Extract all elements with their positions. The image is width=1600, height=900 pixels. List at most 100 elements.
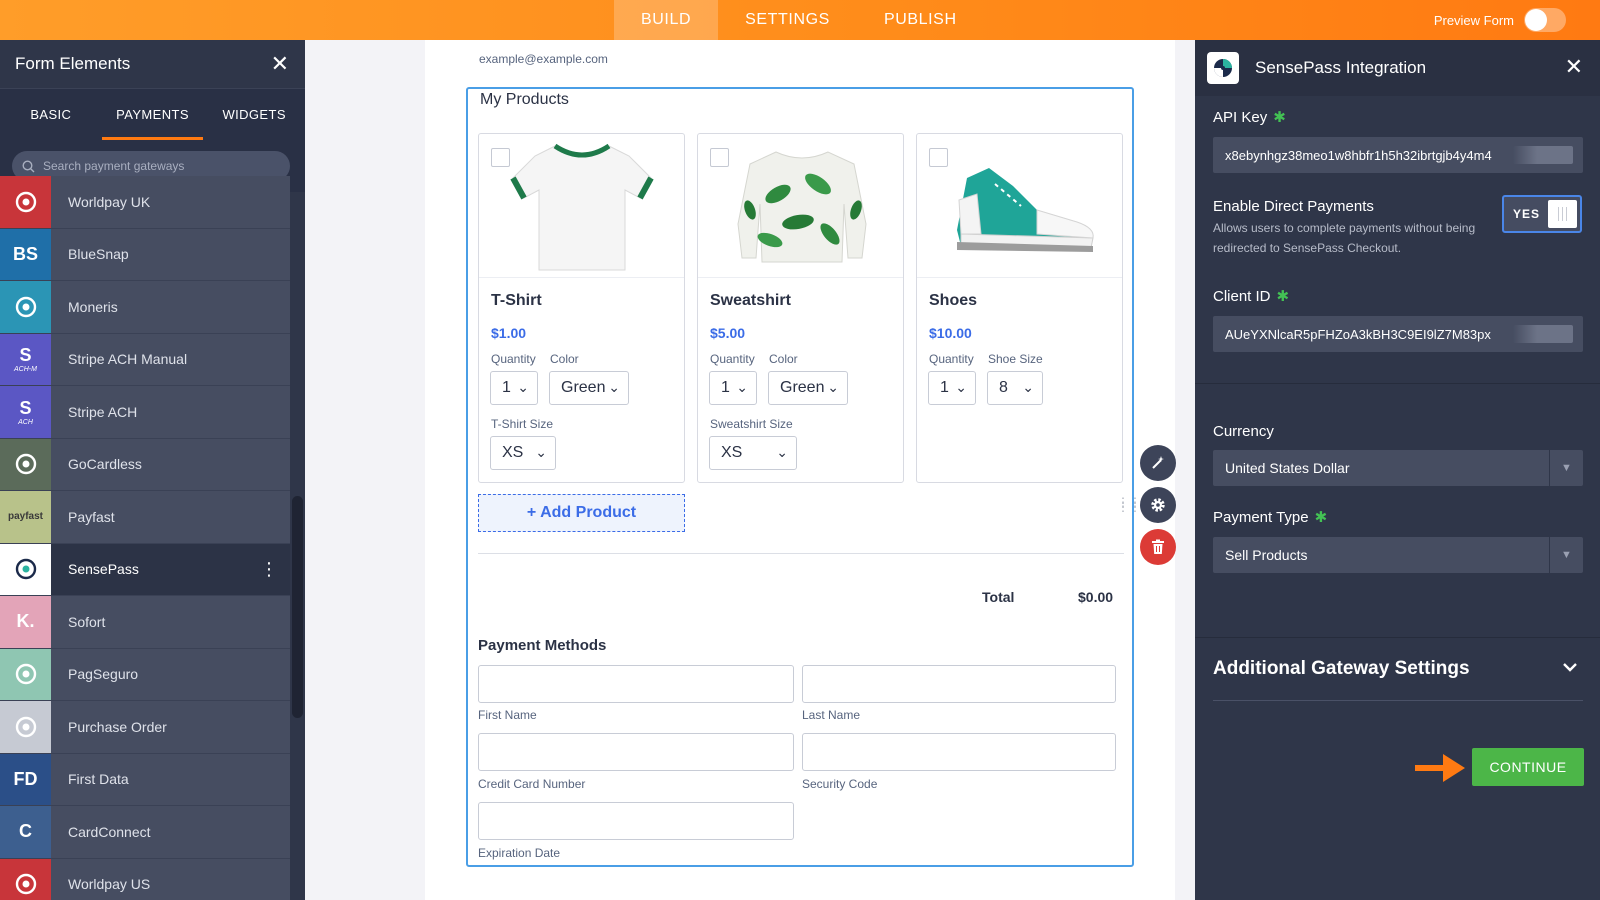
product-card-shoes[interactable]: Shoes $10.00 Quantity Shoe Size 1 ⌄ 8 ⌄	[916, 133, 1123, 483]
stripe-ach-icon: S ACH	[0, 386, 51, 438]
size-select[interactable]: XS ⌄	[709, 436, 797, 470]
caret-down-icon: ▼	[1549, 537, 1583, 573]
api-key-label-text: API Key	[1213, 109, 1268, 126]
last-name-field[interactable]	[802, 665, 1116, 703]
chevron-down-icon: ⌄	[827, 379, 839, 395]
additional-settings-title: Additional Gateway Settings	[1213, 658, 1470, 679]
payment-methods-title: Payment Methods	[478, 637, 607, 654]
total-label: Total	[982, 589, 1015, 605]
security-code-field[interactable]	[802, 733, 1116, 771]
required-star-icon: ✱	[1314, 509, 1328, 526]
sensepass-icon	[1214, 59, 1232, 77]
direct-payments-toggle[interactable]: YES	[1502, 195, 1582, 233]
gateway-item[interactable]: Purchase Order	[0, 701, 290, 754]
preview-form-toggle[interactable]	[1524, 8, 1566, 32]
gateway-item[interactable]: GoCardless	[0, 438, 290, 491]
gateway-item[interactable]: payfast Payfast	[0, 491, 290, 544]
gateway-item[interactable]: K. Sofort	[0, 596, 290, 649]
gateway-label: Stripe ACH	[68, 403, 138, 420]
color-label: Color	[769, 352, 798, 366]
gateway-item[interactable]: PagSeguro	[0, 648, 290, 701]
shoe-size-select[interactable]: 8 ⌄	[987, 371, 1043, 405]
payment-type-label: Payment Type ✱	[1213, 508, 1327, 526]
product-price: $10.00	[929, 325, 972, 341]
continue-button[interactable]: CONTINUE	[1472, 748, 1584, 786]
client-id-input[interactable]: AUeYXNlcaR5pFHZoA3kBH3C9EI9lZ7M83px	[1213, 316, 1583, 352]
sensepass-logo	[1207, 52, 1239, 84]
products-field[interactable]: My Products T-Shirt $1.00 Quantity Color…	[466, 87, 1134, 867]
gateway-item[interactable]: BS BlueSnap	[0, 228, 290, 281]
tab-basic[interactable]: BASIC	[0, 89, 102, 140]
add-product-button[interactable]: + Add Product	[478, 494, 685, 532]
product-checkbox[interactable]	[929, 148, 948, 167]
email-sublabel: example@example.com	[479, 52, 608, 66]
gateway-scrollbar[interactable]	[290, 192, 305, 900]
form-elements-header: Form Elements ✕	[0, 40, 305, 88]
tab-payments[interactable]: PAYMENTS	[101, 89, 204, 140]
gateway-label: First Data	[68, 771, 129, 788]
product-checkbox[interactable]	[491, 148, 510, 167]
gateway-label: CardConnect	[68, 823, 151, 840]
gateway-item[interactable]: FD First Data	[0, 753, 290, 806]
worldpay-icon	[0, 858, 51, 900]
gateway-icon-text: C	[19, 821, 32, 842]
gateway-item[interactable]: Worldpay US	[0, 858, 290, 900]
gateway-item[interactable]: Worldpay UK	[0, 176, 290, 229]
search-input[interactable]	[43, 159, 273, 173]
tab-settings[interactable]: SETTINGS	[718, 0, 857, 40]
gateway-item[interactable]: C CardConnect	[0, 806, 290, 859]
quantity-select[interactable]: 1 ⌄	[709, 371, 757, 405]
product-card-tshirt[interactable]: T-Shirt $1.00 Quantity Color 1 ⌄ Green ⌄ T…	[478, 133, 685, 483]
first-name-field[interactable]	[478, 665, 794, 703]
gateway-label: PagSeguro	[68, 666, 139, 683]
card-number-field[interactable]	[478, 733, 794, 771]
gateway-label: Worldpay UK	[68, 193, 151, 210]
close-icon[interactable]: ✕	[1565, 56, 1583, 78]
magic-wand-button[interactable]	[1140, 445, 1176, 481]
gateway-item[interactable]: S ACH-M Stripe ACH Manual	[0, 333, 290, 386]
product-card-sweatshirt[interactable]: Sweatshirt $5.00 Quantity Color 1 ⌄ Green…	[697, 133, 904, 483]
total-value: $0.00	[1078, 589, 1114, 605]
api-key-input[interactable]: x8ebynhgz38meo1w8hbfr1h5h32ibrtgjb4y4m4	[1213, 137, 1583, 173]
payfast-icon: payfast	[0, 491, 51, 543]
tab-widgets[interactable]: WIDGETS	[203, 89, 305, 140]
color-select[interactable]: Green ⌄	[549, 371, 629, 405]
gateway-label: Purchase Order	[68, 718, 167, 735]
quantity-select[interactable]: 1 ⌄	[490, 371, 538, 405]
additional-settings-toggle[interactable]: Additional Gateway Settings	[1195, 637, 1600, 701]
color-select[interactable]: Green ⌄	[768, 371, 848, 405]
tab-publish[interactable]: PUBLISH	[857, 0, 984, 40]
delete-button[interactable]	[1140, 529, 1176, 565]
scroll-thumb[interactable]	[292, 496, 303, 718]
quantity-value: 1	[721, 379, 730, 396]
product-checkbox[interactable]	[710, 148, 729, 167]
size-select[interactable]: XS ⌄	[490, 436, 556, 470]
currency-value: United States Dollar	[1225, 460, 1350, 476]
gateway-item[interactable]: Moneris	[0, 281, 290, 334]
product-price: $1.00	[491, 325, 527, 341]
api-key-label: API Key ✱	[1213, 108, 1286, 126]
quantity-select[interactable]: 1 ⌄	[928, 371, 976, 405]
sofort-icon: K.	[0, 596, 51, 648]
expiration-date-field[interactable]	[478, 802, 794, 840]
settings-button[interactable]	[1140, 487, 1176, 523]
gateway-label: BlueSnap	[68, 246, 129, 263]
close-icon[interactable]: ✕	[271, 53, 289, 75]
gateway-label: Payfast	[68, 508, 115, 525]
client-id-value: AUeYXNlcaR5pFHZoA3kBH3C9EI9lZ7M83px	[1225, 326, 1491, 342]
more-options-icon[interactable]: ⋮	[260, 560, 278, 578]
size-value: XS	[721, 444, 743, 461]
tab-build[interactable]: BUILD	[614, 0, 719, 40]
quantity-label: Quantity	[929, 352, 974, 366]
quantity-value: 1	[940, 379, 949, 396]
product-image	[917, 134, 1122, 278]
divider	[478, 553, 1124, 554]
form-page: example@example.com My Products T-Shirt …	[425, 40, 1175, 900]
currency-select[interactable]: United States Dollar ▼	[1213, 450, 1583, 486]
gateway-item[interactable]: SensePass ⋮	[0, 543, 290, 596]
product-image	[698, 134, 903, 278]
payment-type-select[interactable]: Sell Products ▼	[1213, 537, 1583, 573]
product-name: Sweatshirt	[710, 292, 791, 309]
gateway-item[interactable]: S ACH Stripe ACH	[0, 386, 290, 439]
drag-handle-icon[interactable]: ⋮⋮ ⋮⋮	[1117, 496, 1141, 513]
